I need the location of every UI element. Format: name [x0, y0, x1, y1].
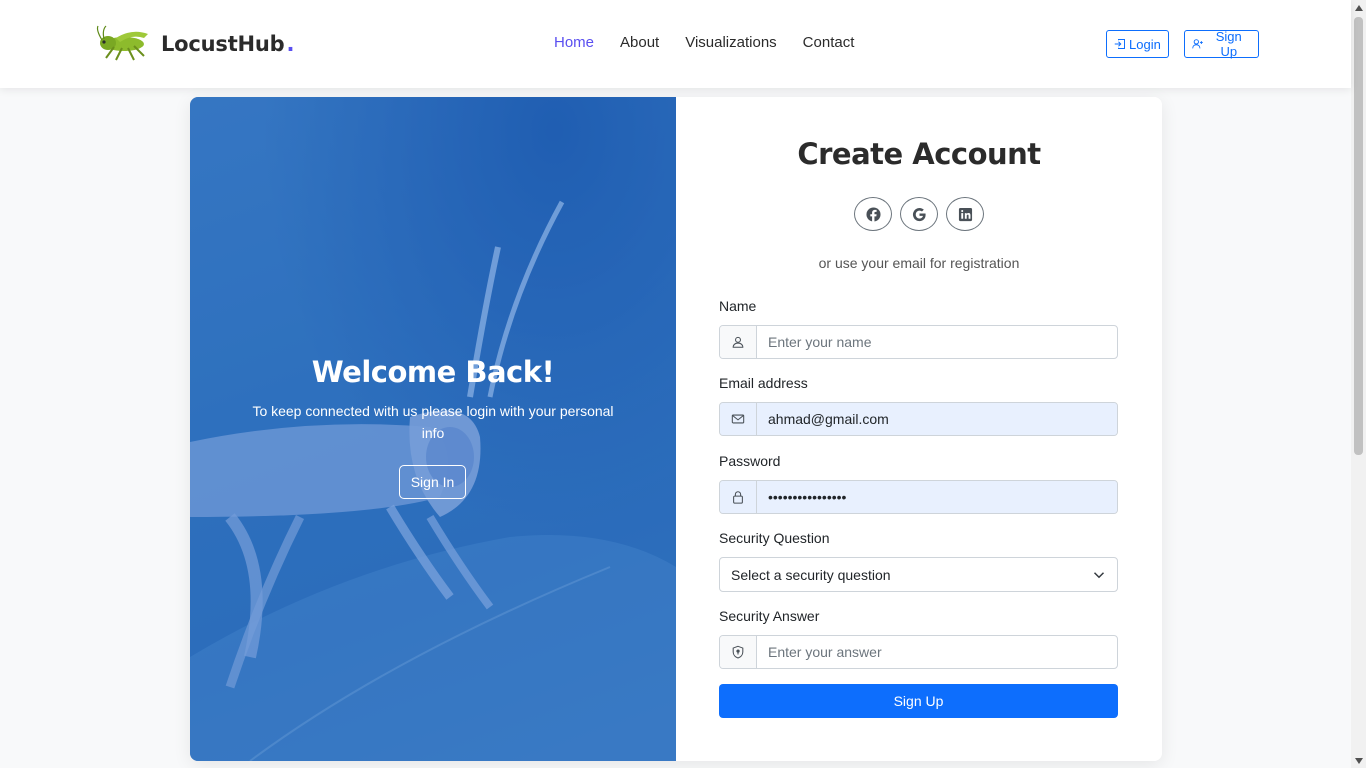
grasshopper-logo-icon: [96, 25, 148, 61]
password-input[interactable]: [757, 481, 1117, 513]
person-icon: [720, 326, 757, 358]
nav-link-about[interactable]: About: [620, 34, 659, 51]
name-input[interactable]: [757, 326, 1117, 358]
security-answer-label: Security Answer: [719, 608, 820, 624]
brand-dot: .: [286, 32, 295, 56]
password-input-group: [719, 480, 1118, 514]
linkedin-button[interactable]: [946, 197, 984, 231]
welcome-text: To keep connected with us please login w…: [252, 403, 614, 441]
page-scrollbar[interactable]: [1351, 0, 1366, 768]
signup-submit-button[interactable]: Sign Up: [719, 684, 1118, 718]
nav-login-button[interactable]: Login: [1106, 30, 1169, 58]
nav-login-label: Login: [1129, 36, 1161, 52]
form-title: Create Account: [797, 137, 1041, 171]
facebook-button[interactable]: [854, 197, 892, 231]
name-label: Name: [719, 298, 757, 314]
google-button[interactable]: [900, 197, 938, 231]
signup-form-panel: Create Account or use your email for reg…: [676, 97, 1162, 761]
security-question-label: Security Question: [719, 530, 830, 546]
nav-signup-button[interactable]: Sign Up: [1184, 29, 1259, 59]
nav-link-visualizations[interactable]: Visualizations: [685, 34, 776, 51]
brand-name: LocustHub: [161, 32, 285, 56]
google-icon: [912, 207, 926, 221]
scroll-thumb[interactable]: [1354, 17, 1363, 455]
name-input-group: [719, 325, 1118, 359]
or-text: or use your email for registration: [818, 255, 1020, 271]
security-answer-input[interactable]: [757, 636, 1117, 668]
lock-icon: [720, 481, 757, 513]
shield-icon: [720, 636, 757, 668]
login-icon: [1114, 39, 1125, 49]
linkedin-icon: [958, 207, 972, 221]
envelope-icon: [720, 403, 757, 435]
facebook-icon: [865, 206, 881, 222]
password-label: Password: [719, 453, 781, 469]
email-input-group: [719, 402, 1118, 436]
scroll-up-arrow-icon[interactable]: [1351, 0, 1366, 15]
welcome-title: Welcome Back!: [311, 355, 555, 389]
welcome-panel: Welcome Back! To keep connected with us …: [190, 97, 676, 761]
email-label: Email address: [719, 375, 808, 391]
navbar: LocustHub . Home About Visualizations Co…: [0, 0, 1351, 88]
email-input[interactable]: [757, 403, 1117, 435]
nav-links: Home About Visualizations Contact: [554, 34, 854, 51]
nav-signup-label: Sign Up: [1215, 29, 1242, 59]
chevron-down-icon: [1093, 572, 1105, 579]
scroll-down-arrow-icon[interactable]: [1351, 753, 1366, 768]
brand[interactable]: LocustHub .: [94, 24, 295, 64]
signin-button[interactable]: Sign In: [399, 465, 466, 499]
person-plus-icon: [1192, 39, 1203, 49]
nav-link-contact[interactable]: Contact: [803, 34, 855, 51]
security-answer-input-group: [719, 635, 1118, 669]
social-buttons: [854, 197, 984, 231]
nav-link-home[interactable]: Home: [554, 34, 594, 51]
security-question-selected: Select a security question: [731, 566, 891, 583]
security-question-select[interactable]: Select a security question: [719, 557, 1118, 592]
auth-card: Welcome Back! To keep connected with us …: [190, 97, 1162, 761]
